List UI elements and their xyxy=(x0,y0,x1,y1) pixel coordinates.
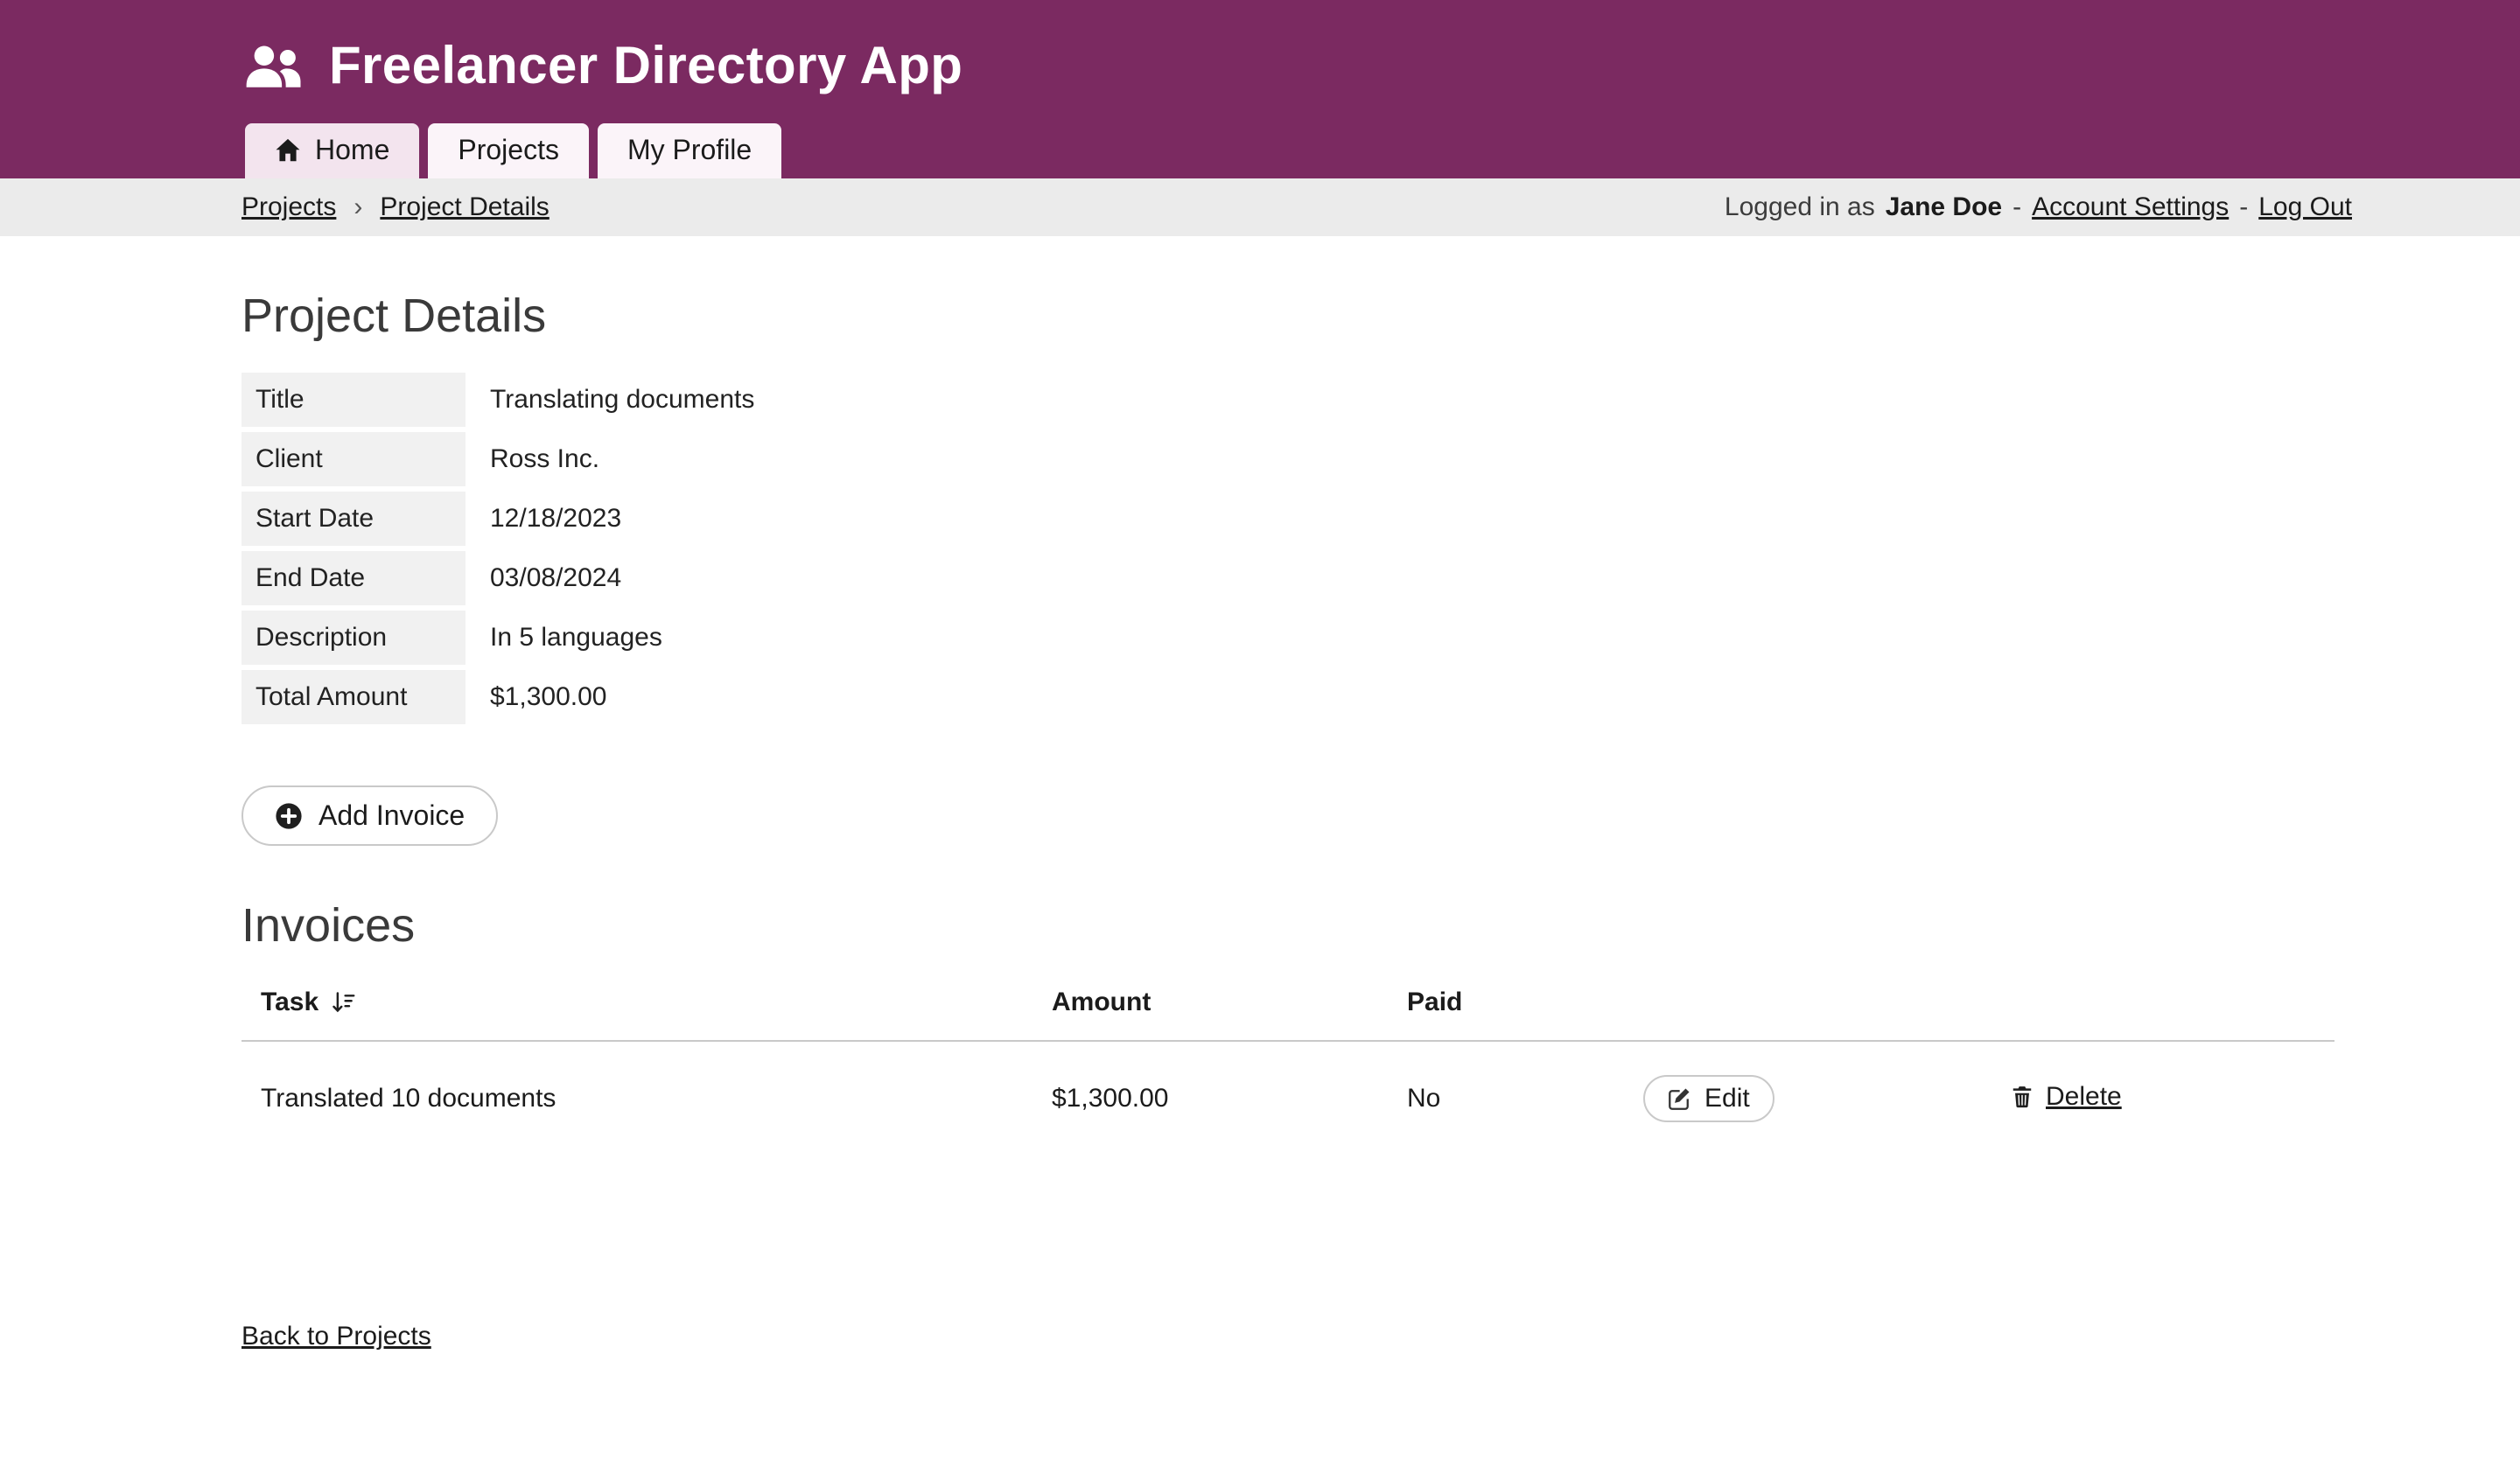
page-title: Project Details xyxy=(242,289,2520,343)
breadcrumb-bar: Projects › Project Details Logged in as … xyxy=(0,178,2520,236)
add-invoice-label: Add Invoice xyxy=(318,799,465,832)
field-value: $1,300.00 xyxy=(466,670,779,724)
edit-icon xyxy=(1668,1086,1692,1111)
detail-row: Title Translating documents xyxy=(242,373,779,427)
field-value: 12/18/2023 xyxy=(466,492,779,546)
invoice-row: Translated 10 documents $1,300.00 No Edi… xyxy=(242,1042,2334,1155)
field-label: Client xyxy=(242,432,466,486)
brand: Freelancer Directory App xyxy=(242,35,2520,95)
field-value: 03/08/2024 xyxy=(466,551,779,605)
project-details-table: Title Translating documents Client Ross … xyxy=(242,367,779,730)
separator-dash: - xyxy=(2239,192,2248,222)
field-label: Title xyxy=(242,373,466,427)
log-out-link[interactable]: Log Out xyxy=(2258,192,2352,222)
invoices-heading: Invoices xyxy=(242,898,2520,953)
invoices-table-header: Task Amount Paid xyxy=(242,988,2334,1042)
session-info: Logged in as Jane Doe - Account Settings… xyxy=(1725,192,2352,222)
field-label: Start Date xyxy=(242,492,466,546)
invoices-table: Task Amount Paid xyxy=(242,988,2334,1155)
breadcrumb: Projects › Project Details xyxy=(242,192,550,222)
home-icon xyxy=(275,137,301,164)
users-icon xyxy=(242,41,304,90)
paid-column-label: Paid xyxy=(1407,988,1462,1017)
sort-icon[interactable] xyxy=(331,990,355,1015)
invoice-amount: $1,300.00 xyxy=(1032,1084,1388,1113)
tab-home[interactable]: Home xyxy=(245,123,419,178)
main-nav: Home Projects My Profile xyxy=(245,123,2520,178)
invoice-edit-cell: Edit xyxy=(1624,1075,1992,1122)
app-header: Freelancer Directory App Home Projects M… xyxy=(0,0,2520,178)
detail-row: Description In 5 languages xyxy=(242,611,779,665)
column-header-task[interactable]: Task xyxy=(242,988,1032,1017)
delete-link-label: Delete xyxy=(2046,1082,2122,1112)
detail-row: End Date 03/08/2024 xyxy=(242,551,779,605)
detail-row: Client Ross Inc. xyxy=(242,432,779,486)
tab-projects-label: Projects xyxy=(458,134,559,166)
main-content: Project Details Title Translating docume… xyxy=(0,289,2520,1456)
delete-invoice-link[interactable]: Delete xyxy=(2011,1082,2122,1112)
edit-button-label: Edit xyxy=(1704,1084,1750,1113)
field-value: Translating documents xyxy=(466,373,779,427)
back-to-projects-link[interactable]: Back to Projects xyxy=(242,1322,431,1351)
column-header-paid: Paid xyxy=(1388,988,1624,1017)
footer: Back to Projects xyxy=(242,1322,2520,1351)
detail-row: Total Amount $1,300.00 xyxy=(242,670,779,724)
user-name: Jane Doe xyxy=(1886,192,2002,222)
field-value: In 5 languages xyxy=(466,611,779,665)
chevron-right-separator: › xyxy=(354,192,362,222)
tab-my-profile[interactable]: My Profile xyxy=(598,123,781,178)
invoice-paid: No xyxy=(1388,1084,1624,1113)
separator-dash: - xyxy=(2012,192,2021,222)
invoice-delete-cell: Delete xyxy=(1992,1082,2334,1116)
amount-column-label: Amount xyxy=(1052,988,1151,1017)
tab-home-label: Home xyxy=(315,134,389,166)
tab-projects[interactable]: Projects xyxy=(428,123,589,178)
field-label: End Date xyxy=(242,551,466,605)
account-settings-link[interactable]: Account Settings xyxy=(2032,192,2229,222)
edit-invoice-button[interactable]: Edit xyxy=(1643,1075,1774,1122)
task-column-label: Task xyxy=(261,988,318,1017)
column-header-amount: Amount xyxy=(1032,988,1388,1017)
breadcrumb-projects-link[interactable]: Projects xyxy=(242,192,336,222)
field-label: Description xyxy=(242,611,466,665)
logged-in-prefix: Logged in as xyxy=(1725,192,1875,222)
trash-icon xyxy=(2011,1085,2034,1109)
field-label: Total Amount xyxy=(242,670,466,724)
field-value: Ross Inc. xyxy=(466,432,779,486)
tab-my-profile-label: My Profile xyxy=(627,134,752,166)
detail-row: Start Date 12/18/2023 xyxy=(242,492,779,546)
breadcrumb-project-details-link[interactable]: Project Details xyxy=(380,192,549,222)
plus-circle-icon xyxy=(275,802,303,830)
add-invoice-button[interactable]: Add Invoice xyxy=(242,785,498,846)
invoice-task: Translated 10 documents xyxy=(242,1084,1032,1113)
app-title: Freelancer Directory App xyxy=(329,35,962,95)
